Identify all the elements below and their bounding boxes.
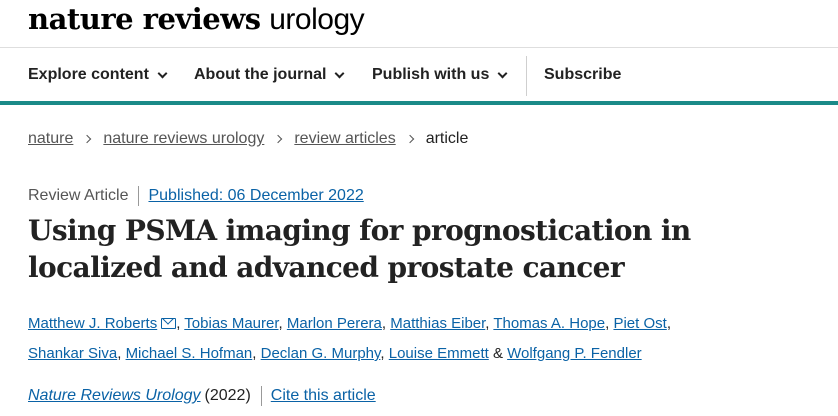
author-link[interactable]: Thomas A. Hope: [493, 315, 605, 332]
nav-subscribe[interactable]: Subscribe: [544, 66, 621, 84]
author-link[interactable]: Marlon Perera: [287, 315, 382, 332]
nav-explore-content-label: Explore content: [28, 66, 149, 83]
nav-explore-content[interactable]: Explore content: [28, 66, 168, 84]
publication-year: (2022): [204, 387, 251, 404]
author-separator: ,: [252, 345, 261, 362]
nav-publish-with-us-label: Publish with us: [372, 66, 490, 83]
author-separator: ,: [381, 315, 391, 332]
author-separator: ,: [278, 315, 287, 332]
breadcrumb: nature nature reviews urology review art…: [28, 130, 468, 148]
breadcrumb-nature-reviews-urology[interactable]: nature reviews urology: [103, 130, 264, 148]
chevron-down-icon: [157, 68, 168, 78]
cite-this-article-link[interactable]: Cite this article: [271, 387, 376, 405]
chevron-right-icon: [405, 134, 414, 144]
cite-divider: [260, 386, 262, 406]
nav-about-journal-label: About the journal: [194, 66, 327, 83]
logo-journal: urology: [269, 3, 365, 36]
author-link[interactable]: Declan G. Murphy: [261, 345, 381, 362]
site-header: nature reviews urology: [0, 0, 838, 48]
meta-divider: [138, 186, 140, 206]
email-icon[interactable]: [161, 318, 177, 329]
journal-logo[interactable]: nature reviews urology: [28, 2, 365, 37]
author-link[interactable]: Shankar Siva: [28, 345, 117, 362]
article-meta: Review Article Published: 06 December 20…: [28, 186, 364, 206]
breadcrumb-nature[interactable]: nature: [28, 130, 73, 148]
author-ampersand: &: [488, 345, 508, 362]
author-link[interactable]: Tobias Maurer: [184, 315, 278, 332]
published-date-link[interactable]: Published: 06 December 2022: [148, 187, 363, 205]
logo-brand: nature reviews: [28, 2, 261, 36]
chevron-right-icon: [274, 134, 283, 144]
journal-name-link[interactable]: Nature Reviews Urology: [28, 387, 201, 405]
author-separator: ,: [666, 315, 671, 332]
citation-bar: Nature Reviews Urology (2022) Cite this …: [28, 386, 376, 406]
author-link[interactable]: Wolfgang P. Fendler: [507, 345, 642, 362]
author-list: Matthew J. Roberts, Tobias Maurer, Marlo…: [28, 309, 828, 369]
chevron-down-icon: [497, 68, 508, 78]
nav-about-journal[interactable]: About the journal: [194, 66, 345, 84]
article-title: Using PSMA imaging for prognostication i…: [28, 214, 691, 284]
breadcrumb-current: article: [425, 130, 469, 147]
chevron-right-icon: [83, 134, 92, 144]
author-separator: ,: [117, 345, 126, 362]
breadcrumb-review-articles[interactable]: review articles: [294, 130, 395, 148]
author-link[interactable]: Michael S. Hofman: [126, 345, 253, 362]
author-link[interactable]: Louise Emmett: [389, 345, 489, 362]
nav-divider: [526, 56, 527, 96]
nav-subscribe-label: Subscribe: [544, 66, 622, 83]
nav-publish-with-us[interactable]: Publish with us: [372, 66, 508, 84]
author-link[interactable]: Matthew J. Roberts: [28, 315, 157, 332]
author-link[interactable]: Piet Ost: [613, 315, 666, 332]
author-link[interactable]: Matthias Eiber: [390, 315, 485, 332]
chevron-down-icon: [334, 68, 345, 78]
author-separator: ,: [380, 345, 389, 362]
main-nav: Explore content About the journal Publis…: [0, 49, 838, 105]
article-type: Review Article: [28, 187, 129, 204]
